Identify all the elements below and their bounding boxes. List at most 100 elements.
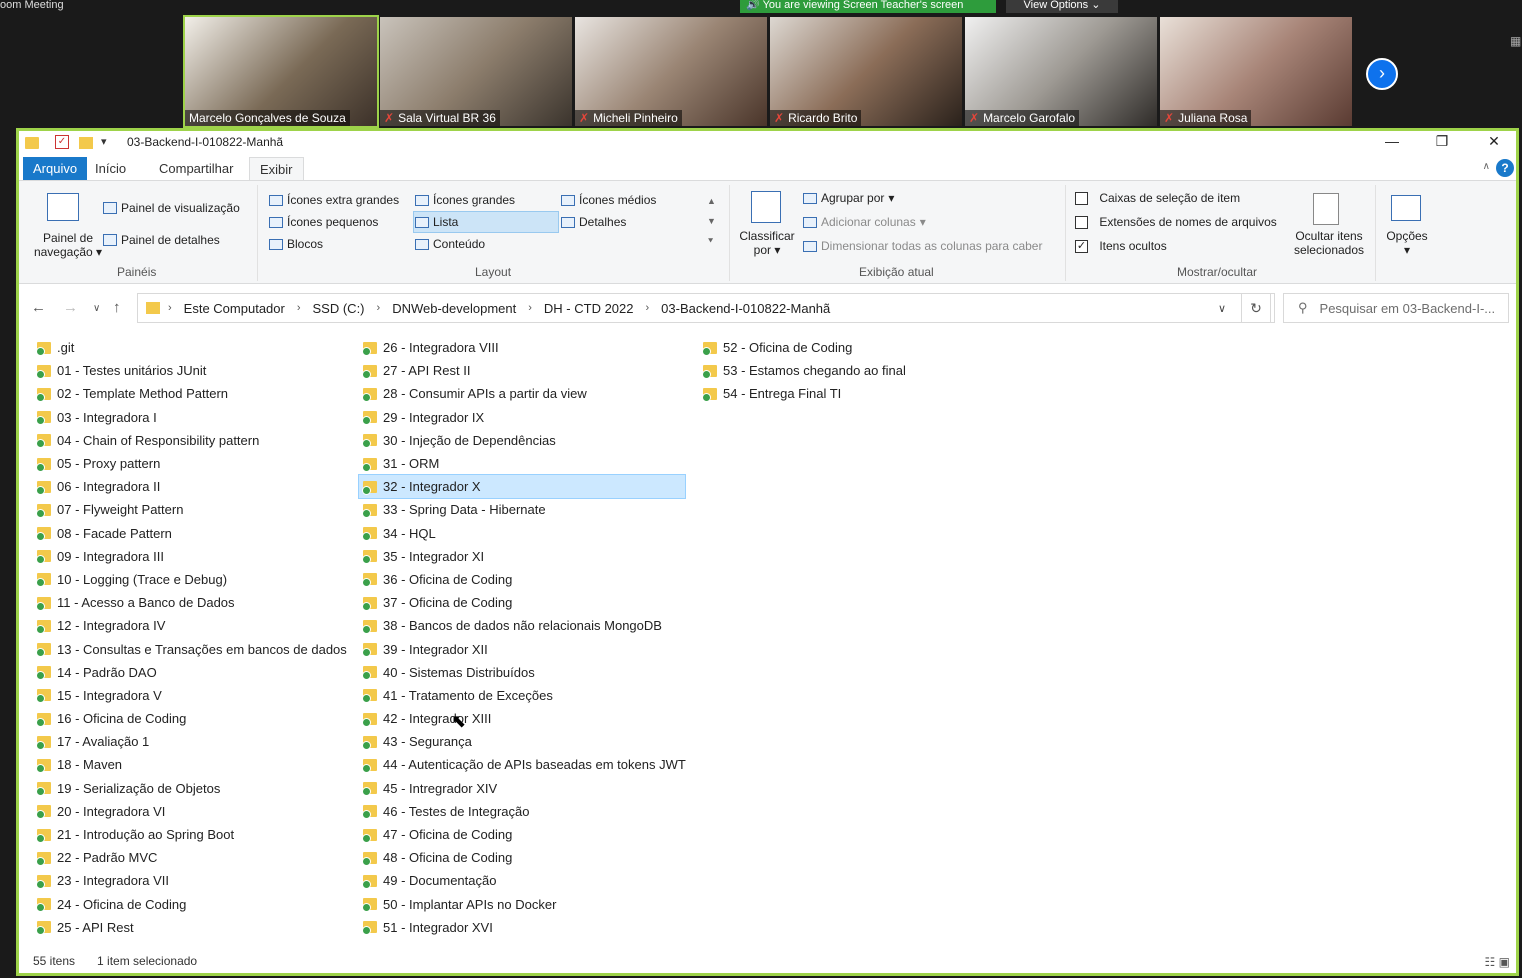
item-checkboxes-toggle[interactable]: Caixas de seleção de item <box>1075 191 1240 205</box>
folder-item[interactable]: 27 - API Rest II <box>359 359 686 382</box>
folder-item[interactable]: 10 - Logging (Trace e Debug) <box>33 568 347 591</box>
address-dropdown-icon[interactable]: ∨ <box>1218 302 1226 315</box>
details-pane-button[interactable]: Painel de detalhes <box>103 233 220 247</box>
folder-item[interactable]: 02 - Template Method Pattern <box>33 382 347 405</box>
folder-item-selected[interactable]: 32 - Integrador X <box>358 474 686 500</box>
participant-tile[interactable]: Marcelo Gonçalves de Souza <box>183 15 379 128</box>
folder-item[interactable]: 52 - Oficina de Coding <box>699 336 906 359</box>
participant-tile[interactable]: ✗ Sala Virtual BR 36 <box>380 17 572 126</box>
hide-selected-button[interactable]: Ocultar itens selecionados <box>1289 229 1369 257</box>
tab-inicio[interactable]: Início <box>85 157 136 181</box>
minimize-icon[interactable]: — <box>1369 133 1415 149</box>
folder-item[interactable]: 50 - Implantar APIs no Docker <box>359 893 686 916</box>
folder-item[interactable]: 51 - Integrador XVI <box>359 916 686 939</box>
folder-item[interactable]: 54 - Entrega Final TI <box>699 382 906 405</box>
layout-option[interactable]: Ícones grandes <box>415 193 515 207</box>
folder-item[interactable]: 33 - Spring Data - Hibernate <box>359 498 686 521</box>
chevron-right-icon[interactable]: › <box>1366 58 1398 90</box>
sort-by-button[interactable]: Classificar por ▾ <box>737 229 797 257</box>
breadcrumb-item[interactable]: DNWeb-development <box>392 301 516 316</box>
chevron-right-icon[interactable]: › <box>528 302 532 314</box>
participant-tile[interactable]: ✗ Ricardo Brito <box>770 17 962 126</box>
folder-item[interactable]: 41 - Tratamento de Exceções <box>359 684 686 707</box>
folder-item[interactable]: 12 - Integradora IV <box>33 614 347 637</box>
folder-item[interactable]: 14 - Padrão DAO <box>33 661 347 684</box>
chevron-right-icon[interactable]: › <box>297 302 301 314</box>
restore-icon[interactable]: ❐ <box>1419 133 1465 150</box>
folder-item[interactable]: 18 - Maven <box>33 753 347 776</box>
large-icons-view-icon[interactable]: ▣ <box>1499 955 1510 969</box>
quick-access-dropdown-icon[interactable]: ▾ <box>101 135 107 148</box>
checkbox-checked[interactable]: ✓ <box>1075 239 1088 253</box>
checkbox-unchecked[interactable] <box>1075 191 1088 205</box>
close-icon[interactable]: ✕ <box>1471 133 1517 150</box>
folder-item[interactable]: 03 - Integradora I <box>33 406 347 429</box>
folder-item[interactable]: 47 - Oficina de Coding <box>359 823 686 846</box>
details-view-icon[interactable]: ☷ <box>1485 955 1496 969</box>
fit-columns-button[interactable]: Dimensionar todas as colunas para caber <box>803 239 1042 253</box>
layout-option[interactable]: Ícones extra grandes <box>269 193 399 207</box>
folder-item[interactable]: 09 - Integradora III <box>33 545 347 568</box>
folder-item[interactable]: 21 - Introdução ao Spring Boot <box>33 823 347 846</box>
folder-item[interactable]: 17 - Avaliação 1 <box>33 730 347 753</box>
options-button[interactable]: Opções ▾ <box>1385 229 1429 257</box>
chevron-right-icon[interactable]: › <box>645 302 649 314</box>
folder-item[interactable]: 05 - Proxy pattern <box>33 452 347 475</box>
folder-item[interactable]: 19 - Serialização de Objetos <box>33 777 347 800</box>
folder-item[interactable]: 39 - Integrador XII <box>359 637 686 660</box>
folder-item[interactable]: 43 - Segurança <box>359 730 686 753</box>
folder-item[interactable]: 11 - Acesso a Banco de Dados <box>33 591 347 614</box>
tab-compartilhar[interactable]: Compartilhar <box>149 157 243 181</box>
recent-locations-icon[interactable]: ∨ <box>93 303 100 314</box>
folder-item[interactable]: 44 - Autenticação de APIs baseadas em to… <box>359 753 686 776</box>
folder-item[interactable]: 07 - Flyweight Pattern <box>33 498 347 521</box>
folder-item[interactable]: 25 - API Rest <box>33 916 347 939</box>
layout-gallery-scroll[interactable]: ▲ ▼ ⯆ <box>707 191 716 251</box>
folder-item[interactable]: 34 - HQL <box>359 522 686 545</box>
folder-item[interactable]: 42 - Integrador XIII <box>359 707 686 730</box>
help-icon[interactable]: ? <box>1496 159 1514 177</box>
folder-item[interactable]: .git <box>33 336 347 359</box>
folder-item[interactable]: 15 - Integradora V <box>33 684 347 707</box>
breadcrumb-item[interactable]: 03-Backend-I-010822-Manhã <box>661 301 830 316</box>
folder-item[interactable]: 28 - Consumir APIs a partir da view <box>359 382 686 405</box>
layout-option[interactable]: Ícones médios <box>561 193 656 207</box>
new-folder-icon[interactable] <box>79 137 93 149</box>
folder-item[interactable]: 53 - Estamos chegando ao final <box>699 359 906 382</box>
participant-tile[interactable]: ✗ Micheli Pinheiro <box>575 17 767 126</box>
folder-item[interactable]: 30 - Injeção de Dependências <box>359 429 686 452</box>
properties-icon[interactable]: ✓ <box>55 135 69 149</box>
folder-item[interactable]: 29 - Integrador IX <box>359 406 686 429</box>
folder-item[interactable]: 31 - ORM <box>359 452 686 475</box>
folder-item[interactable]: 45 - Intregrador XIV <box>359 777 686 800</box>
up-arrow-icon[interactable]: ↑ <box>113 299 121 316</box>
breadcrumb-item[interactable]: Este Computador <box>184 301 285 316</box>
back-arrow-icon[interactable]: ← <box>31 299 46 316</box>
gallery-grid-icon[interactable]: ▦ <box>1510 34 1521 48</box>
participant-tile[interactable]: ✗ Marcelo Garofalo <box>965 17 1157 126</box>
folder-item[interactable]: 35 - Integrador XI <box>359 545 686 568</box>
folder-item[interactable]: 36 - Oficina de Coding <box>359 568 686 591</box>
view-options-button[interactable]: View Options ⌄ <box>1006 0 1118 13</box>
refresh-icon[interactable]: ↻ <box>1241 293 1271 323</box>
folder-item[interactable]: 24 - Oficina de Coding <box>33 893 347 916</box>
folder-item[interactable]: 38 - Bancos de dados não relacionais Mon… <box>359 614 686 637</box>
collapse-ribbon-icon[interactable]: ∧ <box>1483 161 1490 172</box>
breadcrumb-item[interactable]: SSD (C:) <box>313 301 365 316</box>
folder-item[interactable]: 01 - Testes unitários JUnit <box>33 359 347 382</box>
folder-item[interactable]: 37 - Oficina de Coding <box>359 591 686 614</box>
layout-option[interactable]: Conteúdo <box>415 237 485 251</box>
tab-arquivo[interactable]: Arquivo <box>23 157 88 181</box>
checkbox-unchecked[interactable] <box>1075 215 1088 229</box>
folder-item[interactable]: 22 - Padrão MVC <box>33 846 347 869</box>
add-columns-button[interactable]: Adicionar colunas ▾ <box>803 215 926 229</box>
tab-exibir[interactable]: Exibir <box>249 157 304 181</box>
navigation-pane-button[interactable]: Painel de navegação ▾ <box>33 231 103 259</box>
file-extensions-toggle[interactable]: Extensões de nomes de arquivos <box>1075 215 1277 229</box>
layout-option[interactable]: Blocos <box>269 237 323 251</box>
layout-option-selected[interactable]: Lista <box>415 215 458 229</box>
folder-item[interactable]: 48 - Oficina de Coding <box>359 846 686 869</box>
folder-item[interactable]: 26 - Integradora VIII <box>359 336 686 359</box>
folder-item[interactable]: 46 - Testes de Integração <box>359 800 686 823</box>
hidden-items-toggle[interactable]: ✓ Itens ocultos <box>1075 239 1167 253</box>
